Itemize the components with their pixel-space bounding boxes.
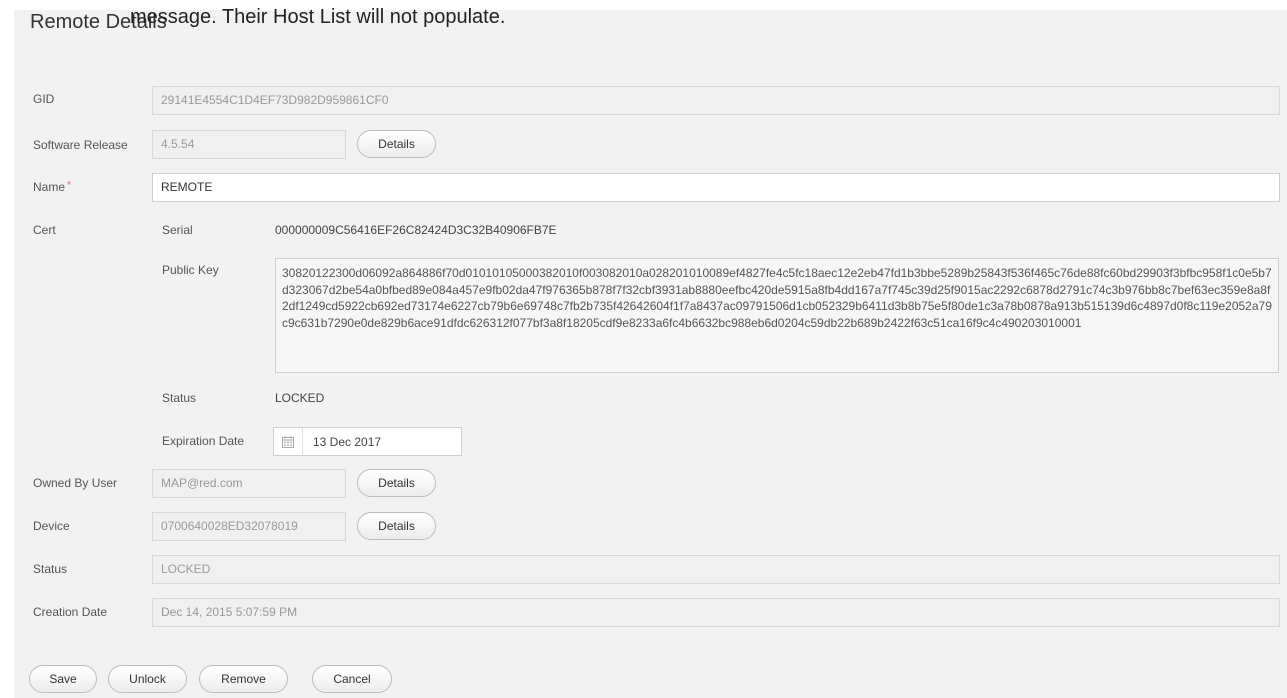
cert-label: Cert xyxy=(33,223,56,237)
name-label-text: Name xyxy=(33,180,66,194)
status-label: Status xyxy=(33,562,68,576)
required-marker: * xyxy=(67,180,71,191)
gid-label: GID xyxy=(33,92,55,106)
name-input[interactable]: REMOTE xyxy=(152,173,1280,202)
calendar-icon[interactable] xyxy=(274,428,303,455)
expiration-date-field[interactable]: 13 Dec 2017 xyxy=(273,427,462,456)
owned-by-user-field[interactable]: MAP@red.com xyxy=(152,469,346,498)
expiration-date-value: 13 Dec 2017 xyxy=(313,434,382,449)
cert-status-label: Status xyxy=(162,391,197,405)
software-release-label: Software Release xyxy=(33,138,128,152)
serial-value: 000000009C56416EF26C82424D3C32B40906FB7E xyxy=(275,223,557,237)
public-key-textarea[interactable]: 30820122300d06092a864886f70d010101050003… xyxy=(275,258,1279,373)
software-release-field[interactable]: 4.5.54 xyxy=(152,130,346,159)
device-details-button[interactable]: Details xyxy=(357,512,436,540)
unlock-button[interactable]: Unlock xyxy=(108,665,187,693)
owned-by-user-label: Owned By User xyxy=(33,476,118,490)
save-button[interactable]: Save xyxy=(29,665,97,693)
overlay-message: message. Their Host List will not popula… xyxy=(130,6,506,28)
device-label: Device xyxy=(33,519,70,533)
status-field[interactable]: LOCKED xyxy=(152,555,1280,584)
creation-date-field[interactable]: Dec 14, 2015 5:07:59 PM xyxy=(152,598,1280,627)
name-label: Name * xyxy=(33,180,71,194)
serial-label: Serial xyxy=(162,223,193,237)
owned-by-user-details-button[interactable]: Details xyxy=(357,469,436,497)
software-release-details-button[interactable]: Details xyxy=(357,130,436,158)
device-field[interactable]: 0700640028ED32078019 xyxy=(152,512,346,541)
remove-button[interactable]: Remove xyxy=(199,665,288,693)
creation-date-label: Creation Date xyxy=(33,605,108,619)
gid-field[interactable]: 29141E4554C1D4EF73D982D959861CF0 xyxy=(152,86,1280,115)
cert-status-value: LOCKED xyxy=(275,391,325,405)
cancel-button[interactable]: Cancel xyxy=(312,665,392,693)
public-key-label: Public Key xyxy=(162,263,219,277)
expiration-date-label: Expiration Date xyxy=(162,434,245,448)
